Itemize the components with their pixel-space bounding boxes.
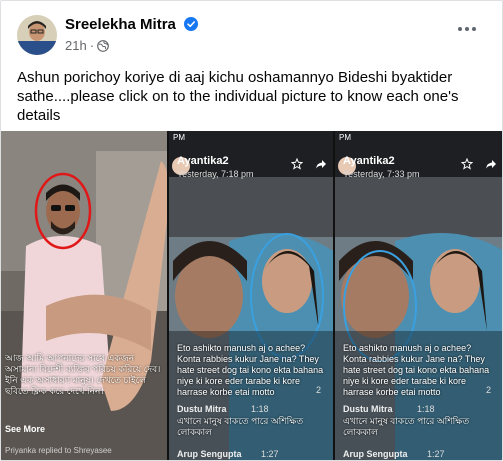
see-more-link[interactable]: See More	[5, 424, 45, 434]
tile-2-comment-text: এখানে মানুষ বাকতে পারে অশিক্ষিত লোককাল	[177, 416, 304, 437]
tile-1-bengali-text: আজ আমি আপনাদের সাথে একজন অসামান্য বিদেশী…	[5, 353, 161, 396]
tile-3-footer-name: Arup Sengupta	[343, 449, 408, 459]
tile-2-commenter: Dustu Mitra	[177, 404, 227, 414]
tile-2-group-name: Ayantika2	[177, 155, 229, 167]
tile-3-share-icon	[486, 160, 496, 169]
tile-3-comment-text: এখানে মানুষ বাকতে পারে অশিক্ষিত লোককাল	[343, 416, 470, 437]
post-message: Ashun porichoy koriye di aaj kichu osham…	[17, 69, 459, 124]
public-globe-icon[interactable]	[97, 39, 109, 52]
tile-3-like-count: 2	[486, 385, 492, 395]
gallery-photo-1[interactable]: আজ আমি আপনাদের সাথে একজন অসামান্য বিদেশী…	[1, 131, 167, 460]
post-card: Sreelekha Mitra 21h · Ashun porichoy kor…	[0, 0, 503, 461]
tile-2-share-icon	[316, 160, 326, 169]
verified-badge-icon	[184, 17, 199, 31]
status-time: PM	[173, 133, 185, 142]
tile-2-footer-time: 1:27	[261, 449, 279, 459]
tile-2-footer-name: Arup Sengupta	[177, 449, 242, 459]
tile-2-caption: Eto ashikto manush aj o achee? Konta rab…	[177, 343, 324, 397]
tile-3-comment-time: 1:18	[417, 404, 435, 414]
tile-2-like-count: 2	[316, 385, 322, 395]
author-name-text[interactable]: Sreelekha Mitra	[65, 16, 176, 33]
reply-indicator: Priyanka replied to Shreyasee	[5, 446, 112, 455]
tile-2-status-bar: PM	[169, 131, 333, 145]
tile-3-group-name: Ayantika2	[343, 155, 395, 167]
tile-2-star-icon	[291, 158, 303, 170]
post-meta: 21h ·	[65, 38, 109, 53]
tile-3-star-icon	[461, 158, 473, 170]
tile-3-caption: Eto ashikto manush aj o achee? Konta rab…	[343, 343, 490, 397]
more-dot-icon	[465, 27, 469, 31]
gallery-photo-2[interactable]: PM Ayantika2 Yesterday, 7:18 pm Eto ashi…	[169, 131, 333, 460]
more-dot-icon	[472, 27, 476, 31]
tile-3-commenter: Dustu Mitra	[343, 404, 393, 414]
tile-3-timestamp: Yesterday, 7:33 pm	[343, 169, 420, 179]
meta-separator: ·	[89, 38, 95, 53]
author-avatar[interactable]	[17, 15, 57, 55]
tile-3-footer-time: 1:27	[427, 449, 445, 459]
photo-gallery: আজ আমি আপনাদের সাথে একজন অসামান্য বিদেশী…	[1, 131, 502, 460]
tile-2-comment-time: 1:18	[251, 404, 269, 414]
more-dot-icon	[458, 27, 462, 31]
author-name[interactable]: Sreelekha Mitra	[65, 16, 199, 33]
tile-3-status-bar: PM	[335, 131, 502, 145]
tile-2-timestamp: Yesterday, 7:18 pm	[177, 169, 254, 179]
gallery-photo-3[interactable]: PM Ayantika2 Yesterday, 7:33 pm Eto ashi…	[335, 131, 502, 460]
post-timestamp[interactable]: 21h	[65, 38, 87, 53]
status-time: PM	[339, 133, 351, 142]
more-options-button[interactable]	[458, 27, 476, 31]
